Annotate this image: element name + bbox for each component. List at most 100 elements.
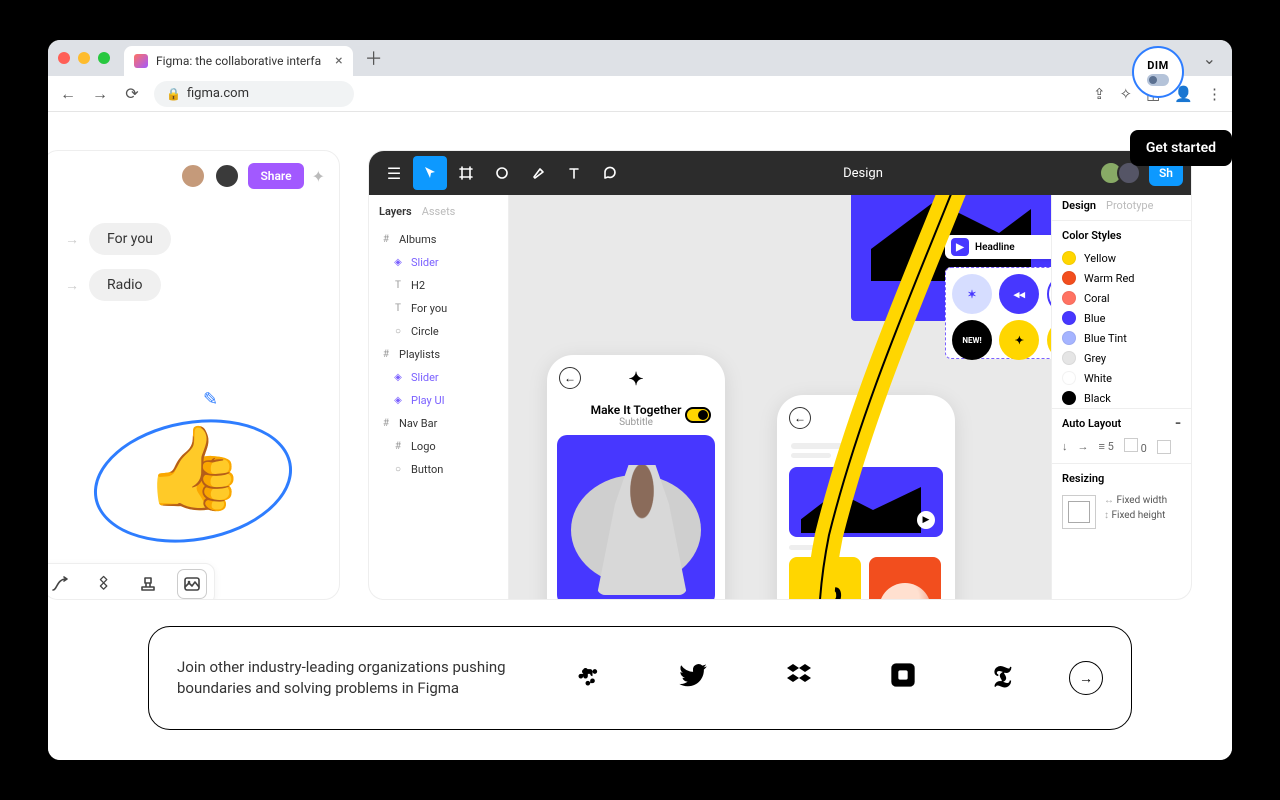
color-name: Warm Red: [1084, 272, 1134, 285]
hero-tile: ▶: [789, 467, 943, 537]
tab-design[interactable]: Design: [1062, 199, 1096, 212]
padding-control[interactable]: 0: [1124, 438, 1147, 455]
phone-mockup-1: ← ✦ Make It Together Subtitle: [547, 355, 725, 599]
color-style-row[interactable]: Yellow: [1052, 248, 1191, 268]
connector-tool-icon[interactable]: [48, 570, 74, 598]
phone-cover-art: [557, 435, 715, 599]
phone-back-button[interactable]: ←: [559, 367, 581, 389]
layer-item[interactable]: TFor you: [369, 297, 508, 320]
layer-item[interactable]: ◈Play UI: [369, 389, 508, 412]
layer-label: Playlists: [399, 348, 440, 361]
remove-auto-layout-button[interactable]: −: [1175, 417, 1181, 430]
editor-canvas[interactable]: ▶ Headline ✶ ◂◂ NEW! ✦ ☀ ← ✦ Make It Tog…: [509, 195, 1051, 599]
layer-label: Circle: [411, 325, 439, 338]
social-proof-bar: Join other industry-leading organization…: [148, 626, 1132, 730]
new-tab-button[interactable]: ＋: [361, 45, 387, 71]
color-style-row[interactable]: Grey: [1052, 348, 1191, 368]
proof-text: Join other industry-leading organization…: [177, 657, 517, 699]
window-maximize-button[interactable]: [98, 52, 110, 64]
placeholder-line: [791, 453, 831, 458]
url-field[interactable]: 🔒 figma.com: [154, 81, 354, 107]
address-bar: ← → ⟳ 🔒 figma.com ⇪ ✧ ◫ 👤 ⋮: [48, 76, 1232, 112]
color-name: White: [1084, 372, 1112, 385]
nav-forward-button[interactable]: →: [90, 84, 110, 104]
dim-toggle[interactable]: [1147, 74, 1169, 86]
chip-for-you[interactable]: For you: [89, 223, 171, 255]
layer-label: Logo: [411, 440, 436, 453]
color-style-row[interactable]: Blue Tint: [1052, 328, 1191, 348]
layer-item[interactable]: #Nav Bar: [369, 412, 508, 435]
pencil-icon: ✎: [203, 389, 218, 410]
layer-item[interactable]: ◈Slider: [369, 366, 508, 389]
collaborator-avatar-2[interactable]: [214, 163, 240, 189]
stamp-tool-icon[interactable]: [134, 570, 162, 598]
window-minimize-button[interactable]: [78, 52, 90, 64]
color-style-row[interactable]: White: [1052, 368, 1191, 388]
play-button-icon[interactable]: ▶: [917, 511, 935, 529]
tab-layers[interactable]: Layers: [379, 205, 412, 218]
color-name: Black: [1084, 392, 1111, 405]
resizing-height[interactable]: Fixed height: [1104, 510, 1167, 521]
resizing-title: Resizing: [1062, 472, 1181, 489]
color-name: Blue Tint: [1084, 332, 1127, 345]
layer-item[interactable]: #Playlists: [369, 343, 508, 366]
resizing-width[interactable]: Fixed width: [1104, 495, 1167, 506]
text-layer-icon: T: [393, 281, 403, 291]
move-tool-button[interactable]: [413, 156, 447, 190]
extensions-icon[interactable]: ✧: [1120, 85, 1133, 103]
dim-extension-badge[interactable]: DIM: [1132, 46, 1184, 98]
layer-item[interactable]: ○Circle: [369, 320, 508, 343]
tab-close-button[interactable]: ×: [335, 53, 342, 69]
layer-item[interactable]: TH2: [369, 274, 508, 297]
resizing-preview[interactable]: [1062, 495, 1096, 529]
arrow-right-icon: →: [65, 231, 79, 248]
phone-back-button[interactable]: ←: [789, 407, 811, 429]
browser-tab[interactable]: Figma: the collaborative interfa ×: [124, 46, 353, 76]
alignment-control[interactable]: [1157, 440, 1171, 454]
pen-tool-button[interactable]: [521, 156, 555, 190]
widgets-tool-icon[interactable]: [90, 570, 118, 598]
color-swatch: [1062, 371, 1076, 385]
badge-star-icon: ✶: [952, 274, 992, 314]
browser-menu-button[interactable]: ⋮: [1207, 85, 1222, 103]
badge-variants-selection[interactable]: ✶ ◂◂ NEW! ✦ ☀: [945, 267, 1051, 359]
direction-right-icon[interactable]: →: [1078, 440, 1089, 453]
chip-radio[interactable]: Radio: [89, 269, 161, 301]
shape-layer-icon: ○: [393, 465, 403, 475]
comment-tool-button[interactable]: [593, 156, 627, 190]
window-close-button[interactable]: [58, 52, 70, 64]
color-name: Yellow: [1084, 252, 1116, 265]
color-swatch: [1062, 271, 1076, 285]
frame-layer-icon: #: [381, 419, 391, 429]
document-title[interactable]: Design: [629, 166, 1097, 181]
color-style-row[interactable]: Warm Red: [1052, 268, 1191, 288]
nav-back-button[interactable]: ←: [58, 84, 78, 104]
color-style-row[interactable]: Blue: [1052, 308, 1191, 328]
color-style-row[interactable]: Black: [1052, 388, 1191, 408]
direction-down-icon[interactable]: ↓: [1062, 440, 1068, 453]
share-page-icon[interactable]: ⇪: [1093, 85, 1106, 103]
layer-item[interactable]: #Logo: [369, 435, 508, 458]
shape-tool-button[interactable]: [485, 156, 519, 190]
figjam-chips: → For you → Radio: [48, 201, 339, 301]
text-tool-button[interactable]: [557, 156, 591, 190]
tab-assets[interactable]: Assets: [422, 205, 456, 218]
layer-item[interactable]: #Albums: [369, 228, 508, 251]
image-tool-icon[interactable]: [178, 570, 206, 598]
headline-component[interactable]: ▶ Headline: [945, 235, 1051, 259]
tab-prototype[interactable]: Prototype: [1106, 199, 1153, 212]
get-started-button[interactable]: Get started: [1130, 130, 1232, 166]
color-style-row[interactable]: Coral: [1052, 288, 1191, 308]
phone-toggle[interactable]: [685, 407, 711, 423]
layer-item[interactable]: ○Button: [369, 458, 508, 481]
layer-item[interactable]: ◈Slider: [369, 251, 508, 274]
collaborator-avatar-1[interactable]: [180, 163, 206, 189]
tab-strip-chevron-icon[interactable]: ⌄: [1203, 49, 1222, 68]
figjam-share-button[interactable]: Share: [248, 163, 303, 189]
frame-tool-button[interactable]: [449, 156, 483, 190]
gap-control[interactable]: ≡ 5: [1099, 440, 1114, 453]
proof-next-button[interactable]: →: [1069, 661, 1103, 695]
main-menu-button[interactable]: [377, 156, 411, 190]
nyt-logo-icon: 𝕿: [993, 661, 1011, 695]
nav-reload-button[interactable]: ⟳: [122, 84, 142, 103]
